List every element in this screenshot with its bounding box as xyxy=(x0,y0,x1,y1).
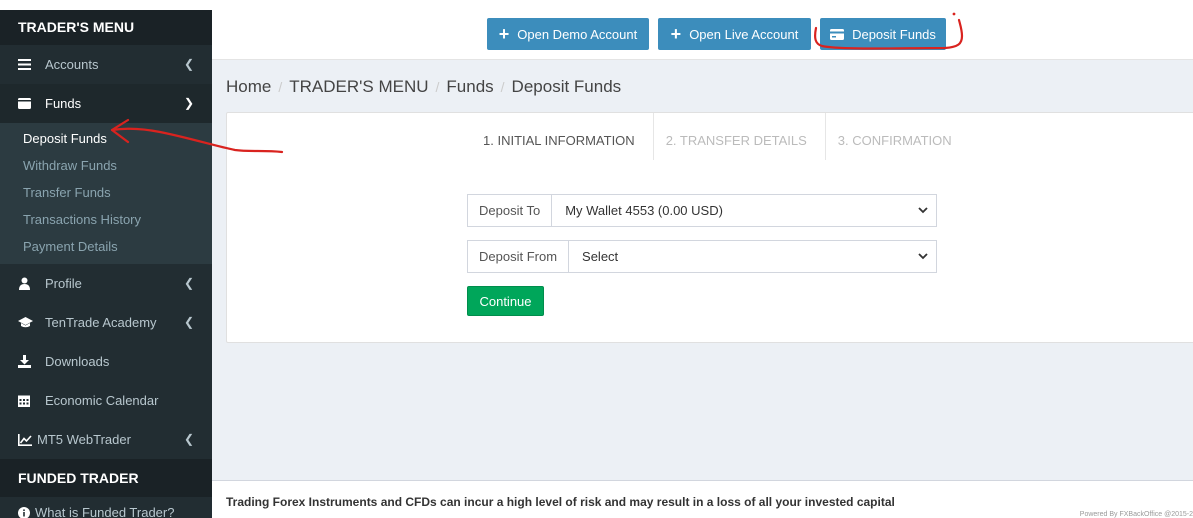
powered-by: Powered By FXBackOffice @2015-2 xyxy=(1079,511,1193,518)
sidebar-item-profile[interactable]: Profile ❮ xyxy=(0,264,212,303)
button-label: Deposit Funds xyxy=(852,26,936,42)
sidebar-item-accounts[interactable]: Accounts ❮ xyxy=(0,45,212,84)
sub-item-payment-details[interactable]: Payment Details xyxy=(0,233,212,260)
main-content: Home / TRADER'S MENU / Funds / Deposit Funds 1… xyxy=(212,60,1193,480)
step-initial-information: 1. INITIAL INFORMATION xyxy=(471,113,654,160)
deposit-from-value: Select xyxy=(582,249,619,264)
sub-item-transfer-funds[interactable]: Transfer Funds xyxy=(0,179,212,206)
list-icon xyxy=(18,59,38,70)
breadcrumb-separator: / xyxy=(278,79,283,95)
user-icon xyxy=(18,277,38,290)
deposit-form-box: 1. INITIAL INFORMATION 2. TRANSFER DETAI… xyxy=(226,112,1193,343)
sub-item-deposit-funds[interactable]: Deposit Funds xyxy=(0,125,212,152)
plus-icon: + xyxy=(498,24,510,44)
chevron-left-icon: ❮ xyxy=(183,315,194,329)
breadcrumb: Home / TRADER'S MENU / Funds / Deposit Funds xyxy=(226,77,621,97)
chevron-down-icon xyxy=(910,253,936,260)
breadcrumb-funds[interactable]: Funds xyxy=(446,77,493,96)
sidebar-item-funds[interactable]: Funds ❯ xyxy=(0,84,212,123)
sidebar-item-label: TenTrade Academy xyxy=(45,315,157,330)
sidebar: TRADER'S MENU Accounts ❮ Funds ❯ Deposit… xyxy=(0,10,212,518)
top-strip xyxy=(0,0,1193,10)
download-icon xyxy=(18,355,38,368)
top-navbar: + Open Demo Account + Open Live Account … xyxy=(212,10,1193,60)
button-label: Open Demo Account xyxy=(517,26,638,42)
breadcrumb-separator: / xyxy=(500,79,505,95)
deposit-from-label: Deposit From xyxy=(468,241,570,272)
sidebar-item-label: Funds xyxy=(45,96,82,111)
credit-card-icon xyxy=(830,28,845,40)
sidebar-item-label: Economic Calendar xyxy=(45,393,159,408)
breadcrumb-home[interactable]: Home xyxy=(226,77,271,96)
deposit-to-select[interactable]: Deposit To My Wallet 4553 (0.00 USD) xyxy=(467,194,937,227)
risk-warning: Trading Forex Instruments and CFDs can i… xyxy=(226,495,895,509)
breadcrumb-separator: / xyxy=(435,79,440,95)
open-demo-account-button[interactable]: + Open Demo Account xyxy=(487,18,649,50)
wizard-steps: 1. INITIAL INFORMATION 2. TRANSFER DETAI… xyxy=(471,113,970,160)
sidebar-item-what-is-funded[interactable]: What is Funded Trader? xyxy=(0,497,212,518)
deposit-funds-button[interactable]: Deposit Funds xyxy=(820,18,946,50)
deposit-to-value: My Wallet 4553 (0.00 USD) xyxy=(565,203,723,218)
wallet-icon xyxy=(18,98,38,109)
sidebar-header: TRADER'S MENU xyxy=(0,10,212,45)
sub-item-transactions-history[interactable]: Transactions History xyxy=(0,206,212,233)
step-confirmation: 3. CONFIRMATION xyxy=(837,133,952,148)
chevron-left-icon: ❮ xyxy=(183,276,194,290)
sidebar-item-label: Downloads xyxy=(45,354,110,369)
funded-trader-header: FUNDED TRADER xyxy=(0,459,212,497)
button-label: Open Live Account xyxy=(689,26,799,42)
sidebar-item-label: Accounts xyxy=(45,57,99,72)
breadcrumb-traders-menu[interactable]: TRADER'S MENU xyxy=(289,77,428,96)
open-live-account-button[interactable]: + Open Live Account xyxy=(658,18,811,50)
breadcrumb-current: Deposit Funds xyxy=(511,77,622,96)
sidebar-item-label: Profile xyxy=(45,276,82,291)
graduation-cap-icon xyxy=(18,317,38,328)
chevron-left-icon: ❮ xyxy=(183,57,194,71)
sidebar-item-webtrader[interactable]: MT5 WebTrader ❮ xyxy=(0,420,212,459)
continue-button[interactable]: Continue xyxy=(467,286,544,316)
info-icon xyxy=(18,506,30,518)
funds-submenu: Deposit Funds Withdraw Funds Transfer Fu… xyxy=(0,123,212,264)
plus-icon: + xyxy=(670,24,682,44)
deposit-to-label: Deposit To xyxy=(468,195,553,226)
sub-item-withdraw-funds[interactable]: Withdraw Funds xyxy=(0,152,212,179)
chevron-down-icon: ❯ xyxy=(183,96,194,110)
chevron-left-icon: ❮ xyxy=(183,432,194,446)
step-transfer-details: 2. TRANSFER DETAILS xyxy=(654,113,826,160)
sidebar-item-downloads[interactable]: Downloads xyxy=(0,342,212,381)
deposit-from-select[interactable]: Deposit From Select xyxy=(467,240,937,273)
line-chart-icon xyxy=(18,433,34,446)
sidebar-item-label: What is Funded Trader? xyxy=(35,505,175,518)
footer: Trading Forex Instruments and CFDs can i… xyxy=(212,480,1193,518)
calendar-icon xyxy=(18,394,38,407)
sidebar-item-label: MT5 WebTrader xyxy=(37,432,131,447)
sidebar-item-academy[interactable]: TenTrade Academy ❮ xyxy=(0,303,212,342)
chevron-down-icon xyxy=(910,207,936,214)
sidebar-item-calendar[interactable]: Economic Calendar xyxy=(0,381,212,420)
